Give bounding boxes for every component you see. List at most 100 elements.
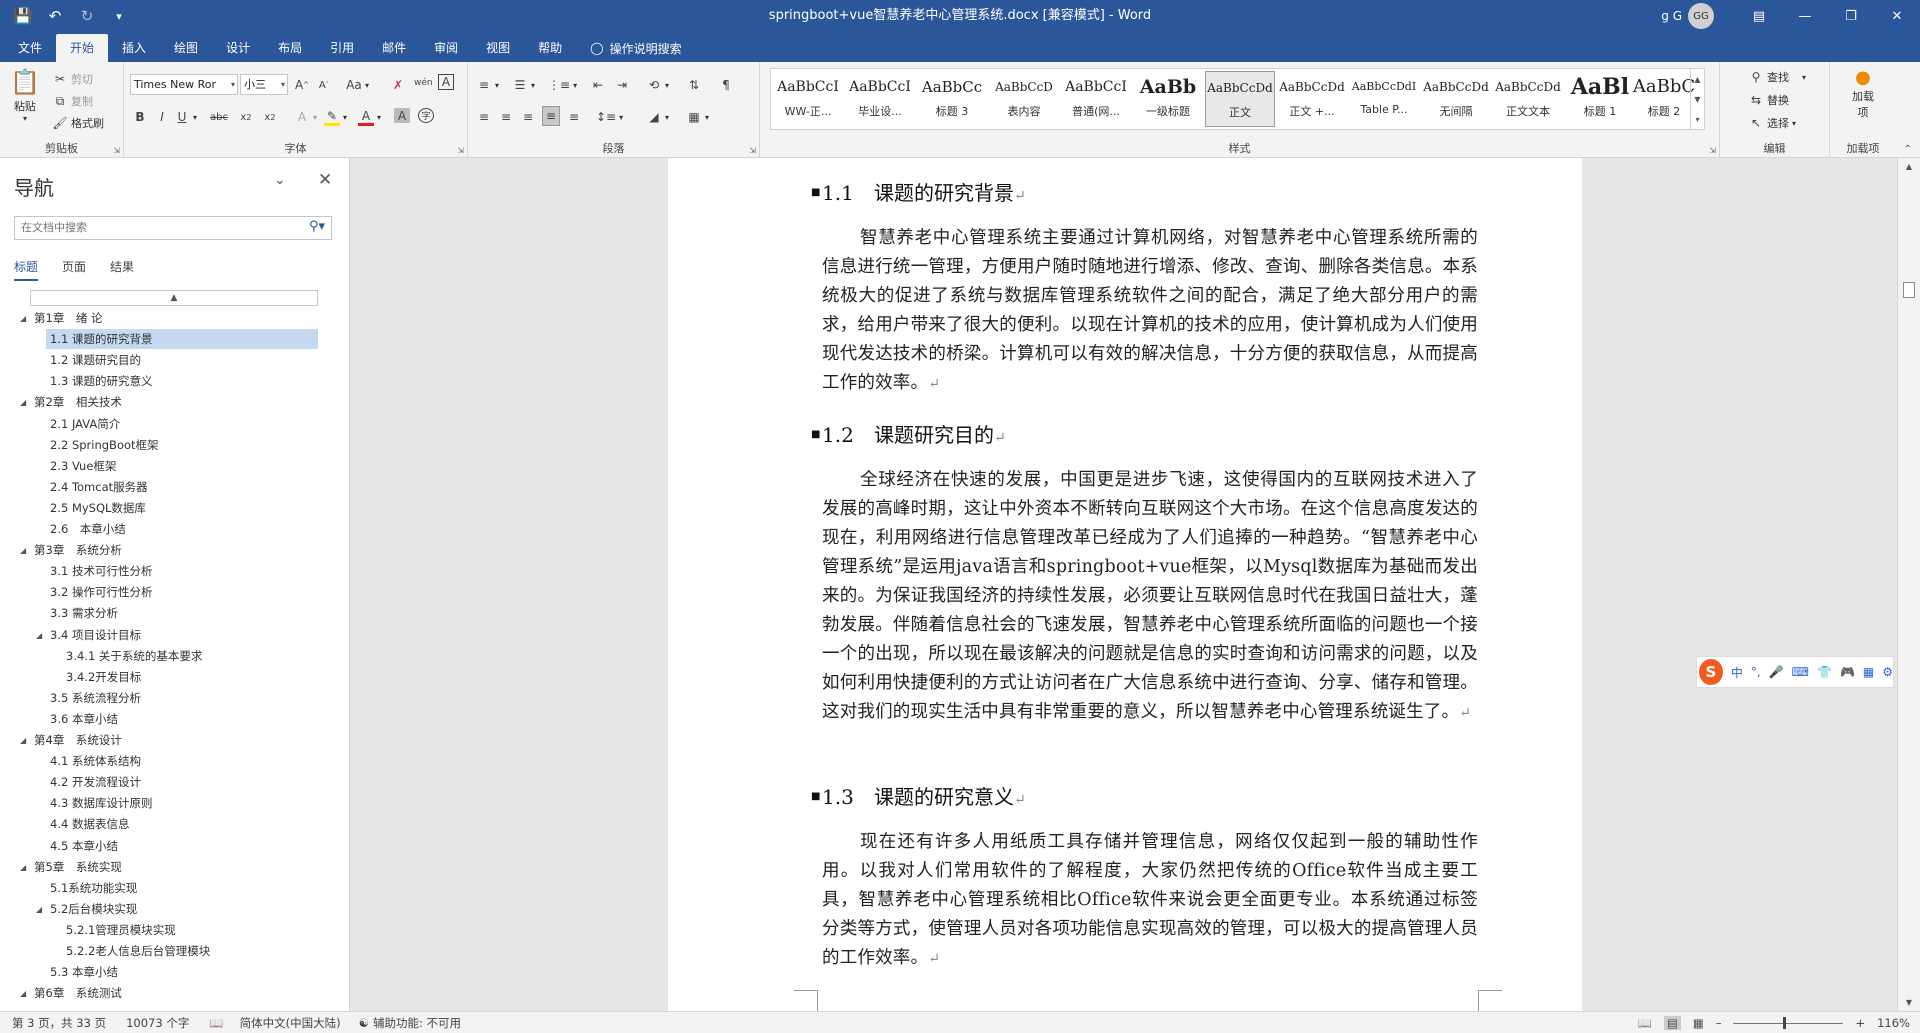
tab-draw[interactable]: 绘图 [160, 34, 212, 62]
microphone-icon[interactable]: 🎤 [1769, 665, 1784, 679]
grow-font-button[interactable]: A ^ [294, 76, 310, 94]
style-tile[interactable]: AaBbCc 标题 3 [917, 71, 987, 127]
decrease-indent-button[interactable]: ⇤ [590, 76, 606, 94]
tell-me-search[interactable]: ◯ 操作说明搜索 [590, 34, 681, 62]
clear-formatting-icon[interactable]: ✗ [390, 76, 406, 94]
align-right-button[interactable]: ≡ [520, 108, 536, 126]
nav-heading-item[interactable]: 2.5 MySQL数据库 [50, 498, 146, 518]
zoom-knob[interactable] [1783, 1016, 1787, 1029]
expand-triangle-icon[interactable]: ◢ [36, 905, 42, 914]
nav-heading-item[interactable]: 5.2.1管理员模块实现 [66, 920, 176, 940]
nav-heading-item[interactable]: 5.3 本章小结 [50, 962, 118, 982]
tab-insert[interactable]: 插入 [108, 34, 160, 62]
scroll-down-icon[interactable]: ▼ [1898, 998, 1920, 1007]
save-icon[interactable]: 💾 [8, 2, 38, 30]
nav-heading-item[interactable]: 4.3 数据库设计原则 [50, 793, 152, 813]
italic-button[interactable]: I [154, 108, 170, 126]
numbering-button[interactable]: ☰ ▾ [512, 76, 535, 94]
font-name-combo[interactable]: Times New Ror ▾ [130, 74, 238, 95]
replace-button[interactable]: ⇆ 替换 [1748, 91, 1789, 109]
nav-heading-item[interactable]: 第4章 系统设计 [34, 730, 122, 750]
search-icon[interactable]: ⚲▾ [309, 219, 325, 234]
section-heading[interactable]: ■ 1.3 课题的研究意义↵ [811, 782, 1478, 812]
cut-button[interactable]: ✂ 剪切 [52, 70, 93, 88]
nav-search-input[interactable] [15, 217, 295, 239]
more-icon[interactable]: ▾ [1695, 115, 1699, 124]
highlight-button[interactable]: ✎ ▾ [324, 108, 347, 126]
redo-icon[interactable]: ↻ [72, 2, 102, 30]
accessibility-status[interactable]: ☯ 辅助功能: 不可用 [359, 1015, 461, 1031]
multilevel-list-button[interactable]: ⋮≡ ▾ [548, 76, 577, 94]
nav-heading-item[interactable]: 4.1 系统体系结构 [50, 751, 141, 771]
document-page[interactable]: ■ 1.1 课题的研究背景↵ 智慧养老中心管理系统主要通过计算机网络，对智慧养老中心管… [668, 158, 1582, 1011]
restore-icon[interactable]: ❐ [1828, 0, 1874, 32]
apps-grid-icon[interactable]: ▦ [1863, 665, 1874, 679]
dialog-launcher-icon[interactable]: ⇲ [1709, 146, 1716, 155]
keyboard-icon[interactable]: ⌨ [1792, 665, 1809, 679]
bullets-button[interactable]: ≡ ▾ [476, 76, 499, 94]
user-name[interactable]: g G [1661, 9, 1682, 23]
style-tile[interactable]: AaBbCcD 表内容 [989, 71, 1059, 127]
minimize-icon[interactable]: — [1782, 0, 1828, 32]
tab-layout[interactable]: 布局 [264, 34, 316, 62]
expand-triangle-icon[interactable]: ◢ [20, 546, 26, 555]
nav-heading-item[interactable]: 4.5 本章小结 [50, 836, 118, 856]
nav-heading-item[interactable]: 1.3 课题的研究意义 [50, 371, 152, 391]
expand-triangle-icon[interactable]: ◢ [20, 989, 26, 998]
nav-heading-item[interactable]: 3.6 本章小结 [50, 709, 118, 729]
text-effects-button[interactable]: A ▾ [294, 108, 317, 126]
page-count[interactable]: 第 3 页，共 33 页 [12, 1015, 106, 1031]
nav-heading-item[interactable]: 4.4 数据表信息 [50, 814, 129, 834]
nav-heading-item[interactable]: 2.2 SpringBoot框架 [50, 435, 159, 455]
tab-home[interactable]: 开始 [56, 34, 109, 62]
zoom-level[interactable]: 116% [1877, 1016, 1910, 1030]
style-tile[interactable]: AaBbCcDd 正文 +... [1277, 71, 1347, 127]
nav-heading-item[interactable]: 5.2后台模块实现 [50, 899, 137, 919]
style-tile[interactable]: AaBbCcI 毕业设... [845, 71, 915, 127]
tab-design[interactable]: 设计 [212, 34, 264, 62]
character-shading-button[interactable]: A [394, 108, 410, 123]
zoom-out-icon[interactable]: – [1716, 1016, 1722, 1030]
chevron-down-icon[interactable]: ⌄ [274, 172, 286, 188]
close-icon[interactable]: ✕ [1874, 0, 1920, 32]
nav-heading-item[interactable]: 3.2 操作可行性分析 [50, 582, 152, 602]
nav-collapse-up[interactable]: ▲ [30, 290, 318, 306]
shrink-font-button[interactable]: Aˇ [316, 76, 332, 94]
chevron-up-icon[interactable]: ▲ [1694, 75, 1700, 84]
font-size-combo[interactable]: 小三 ▾ [240, 74, 288, 95]
zoom-in-icon[interactable]: + [1855, 1016, 1865, 1030]
nav-heading-item[interactable]: 3.4.2开发目标 [66, 667, 141, 687]
format-painter-button[interactable]: 🖌 格式刷 [52, 114, 104, 132]
subscript-button[interactable]: x2 [238, 108, 254, 126]
vertical-scrollbar[interactable]: ▲ ▼ [1897, 158, 1920, 1011]
nav-heading-item[interactable]: 3.1 技术可行性分析 [50, 561, 152, 581]
dialog-launcher-icon[interactable]: ⇲ [113, 146, 120, 155]
nav-heading-item[interactable]: 第2章 相关技术 [34, 392, 122, 412]
dialog-launcher-icon[interactable]: ⇲ [457, 146, 464, 155]
distributed-button[interactable]: ≡ [566, 108, 582, 126]
expand-triangle-icon[interactable]: ◢ [20, 398, 26, 407]
nav-heading-item[interactable]: 2.6 本章小结 [50, 519, 126, 539]
tab-view[interactable]: 视图 [472, 34, 524, 62]
addins-button[interactable]: ● 加载项 [1836, 67, 1890, 120]
body-paragraph[interactable]: 现在还有许多人用纸质工具存储并管理信息，网络仅仅起到一般的辅助性作用。以我对人们… [822, 828, 1478, 974]
dialog-launcher-icon[interactable]: ⇲ [749, 146, 756, 155]
avatar[interactable]: GG [1688, 3, 1714, 29]
expand-triangle-icon[interactable]: ◢ [20, 736, 26, 745]
style-tile[interactable]: AaBl 标题 1 [1565, 71, 1635, 127]
expand-triangle-icon[interactable]: ◢ [20, 314, 26, 323]
copy-button[interactable]: ⧉ 复制 [52, 92, 93, 110]
nav-heading-item[interactable]: 第6章 系统测试 [34, 983, 122, 1003]
tab-references[interactable]: 引用 [316, 34, 368, 62]
tab-help[interactable]: 帮助 [524, 34, 576, 62]
style-tile[interactable]: AaBbCcDd 正文文本 [1493, 71, 1563, 127]
font-color-button[interactable]: A ▾ [358, 108, 381, 126]
customize-qat-icon[interactable]: ▾ [104, 2, 134, 30]
read-mode-icon[interactable]: 📖 [1638, 1016, 1652, 1030]
align-center-button[interactable]: ≡ [498, 108, 514, 126]
align-left-button[interactable]: ≡ [476, 108, 492, 126]
tab-file[interactable]: 文件 [4, 34, 56, 62]
justify-button[interactable]: ≡ [542, 106, 560, 126]
style-tile[interactable]: AaBbCcDdI Table P... [1349, 71, 1419, 127]
change-case-button[interactable]: Aa ▾ [346, 76, 369, 94]
